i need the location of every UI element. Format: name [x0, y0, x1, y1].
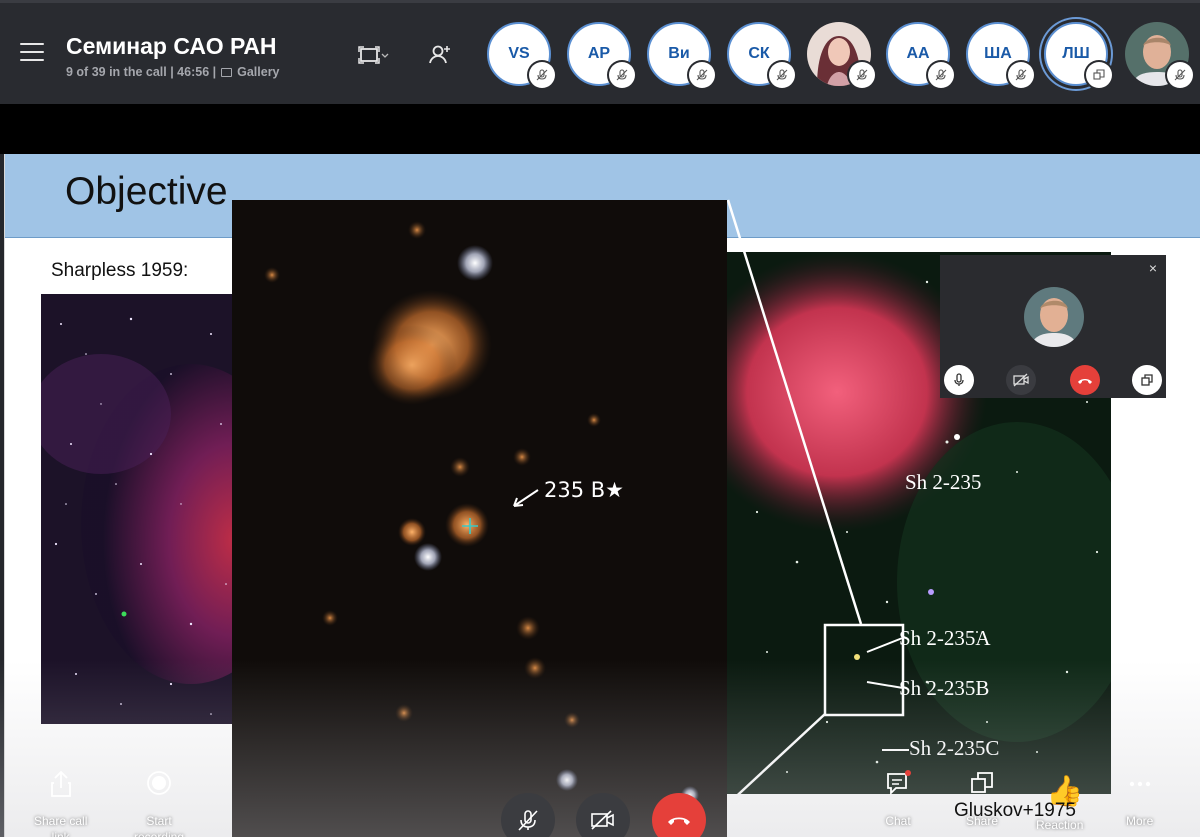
menu-icon[interactable]: [20, 43, 44, 63]
microphone-off-icon: [769, 62, 795, 88]
layout-icon: [358, 46, 389, 64]
more-button[interactable]: More: [1126, 774, 1153, 828]
participant-avatar[interactable]: VS: [487, 22, 555, 88]
participant-avatar[interactable]: [1125, 22, 1193, 88]
chat-label: Chat: [885, 814, 911, 828]
self-view-window[interactable]: ×: [940, 255, 1166, 398]
participant-avatar[interactable]: Ви: [647, 22, 715, 88]
camera-off-icon: [591, 810, 614, 830]
share-call-link-button[interactable]: Share call link: [34, 770, 87, 837]
close-icon[interactable]: ×: [1144, 259, 1162, 277]
layout-switch-button[interactable]: [356, 41, 390, 69]
call-top-bar: Семинар САО РАН 9 of 39 in the call | 46…: [0, 0, 1200, 104]
add-person-icon: [429, 45, 450, 64]
end-call-icon: [668, 817, 690, 825]
microphone-off-icon: [849, 62, 875, 88]
selfview-camera-button[interactable]: [1006, 365, 1036, 395]
call-window: Семинар САО РАН 9 of 39 in the call | 46…: [0, 0, 1200, 837]
microphone-off-icon: [609, 62, 635, 88]
share-upload-icon: [50, 770, 71, 797]
record-icon: [147, 771, 171, 795]
microphone-off-icon: [928, 62, 954, 88]
chat-button[interactable]: Chat: [884, 770, 912, 828]
participant-avatar[interactable]: АР: [567, 22, 635, 88]
share-screen-icon: [971, 772, 993, 793]
restore-icon: [1141, 374, 1153, 386]
screen-share-icon: [1086, 62, 1112, 88]
participant-avatar[interactable]: ША: [966, 22, 1034, 88]
self-avatar: [1024, 287, 1084, 347]
chat-icon: [887, 770, 911, 796]
more-label: More: [1126, 814, 1154, 828]
start-recording-label: Start: [146, 814, 172, 828]
gallery-icon: [221, 67, 233, 77]
participant-avatar[interactable]: СК: [727, 22, 795, 88]
selfview-end-call-button[interactable]: [1070, 365, 1100, 395]
more-dots-icon: [1129, 781, 1150, 787]
camera-off-icon: [1013, 373, 1029, 387]
end-call-icon: [1078, 379, 1092, 384]
zoomed-nebula-image: 235 B★: [232, 200, 727, 837]
selfview-mic-button[interactable]: [944, 365, 974, 395]
microphone-off-icon: [689, 62, 715, 88]
add-participant-button[interactable]: [424, 41, 458, 69]
zoom-annotation: 235 B★: [544, 478, 624, 502]
selfview-restore-button[interactable]: [1132, 365, 1162, 395]
microphone-off-icon: [1008, 62, 1034, 88]
start-recording-label-2: recording: [134, 830, 185, 837]
video-letterbox: [0, 104, 1200, 154]
speaker-name-tag: Gluskov+1975: [954, 800, 1076, 821]
microphone-off-icon: [518, 810, 538, 831]
call-title: Семинар САО РАН: [66, 33, 277, 59]
participant-avatar[interactable]: АА: [886, 22, 954, 88]
start-recording-button[interactable]: Start recording: [134, 770, 184, 837]
microphone-off-icon: [529, 62, 555, 88]
call-meta: 9 of 39 in the call | 46:56 | Gallery: [66, 65, 280, 79]
share-call-link-label-2: link: [51, 830, 70, 837]
view-mode-label[interactable]: Gallery: [237, 65, 279, 79]
call-meta-text: 9 of 39 in the call | 46:56 |: [66, 65, 217, 79]
share-call-link-label: Share call: [34, 814, 88, 828]
participant-avatar[interactable]: ЛШ: [1044, 22, 1112, 88]
microphone-icon: [954, 373, 964, 386]
microphone-off-icon: [1167, 62, 1193, 88]
participant-avatar[interactable]: [807, 22, 875, 88]
